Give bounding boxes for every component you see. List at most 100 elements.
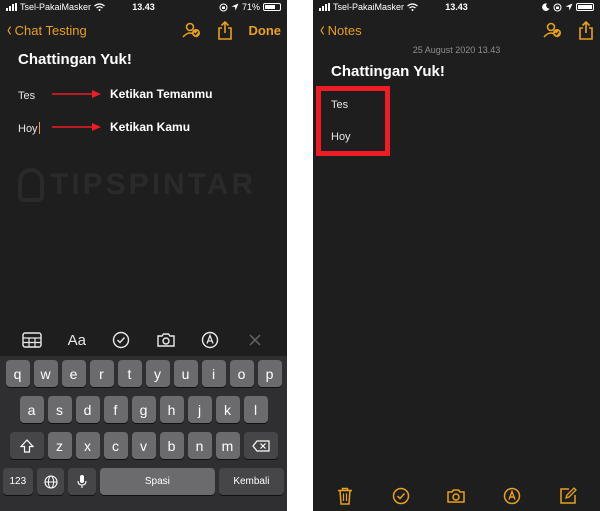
camera-icon[interactable] (152, 328, 180, 352)
key-n[interactable]: n (187, 432, 212, 459)
key-a[interactable]: a (19, 396, 44, 423)
checklist-icon[interactable] (388, 484, 414, 508)
collaborate-icon[interactable] (181, 21, 201, 39)
status-right: 71% (219, 2, 281, 12)
back-label: Chat Testing (14, 22, 87, 38)
nav-bar: ‹ Chat Testing Done (0, 16, 287, 44)
markup-pen-icon[interactable] (196, 328, 224, 352)
markup-pen-icon[interactable] (499, 484, 525, 508)
key-c[interactable]: c (103, 432, 128, 459)
note-title[interactable]: Chattingan Yuk! (18, 51, 132, 68)
compose-icon[interactable] (555, 484, 581, 508)
red-arrow-icon (52, 123, 101, 131)
key-w[interactable]: w (33, 360, 58, 387)
battery-icon (263, 3, 281, 11)
annotation-you: Ketikan Kamu (52, 120, 190, 134)
key-q[interactable]: q (5, 360, 30, 387)
key-x[interactable]: x (75, 432, 100, 459)
bottom-toolbar (313, 481, 600, 511)
table-icon[interactable] (18, 328, 46, 352)
note-line-you[interactable]: Hoy (18, 122, 41, 135)
keyboard-row-1: q w e r t y u i o p (3, 360, 284, 387)
nav-bar: ‹ Notes (313, 16, 600, 44)
status-bar: Tsel-PakaiMasker 13.43 (313, 0, 600, 14)
shift-key[interactable] (9, 432, 44, 459)
annotation-friend-label: Ketikan Temanmu (110, 87, 213, 101)
return-key[interactable]: Kembali (218, 468, 285, 495)
globe-key[interactable] (36, 468, 65, 495)
carrier-name: Tsel-PakaiMasker (333, 2, 405, 12)
keyboard-row-3: z x c v b n m (3, 432, 284, 459)
key-h[interactable]: h (159, 396, 184, 423)
watermark-text: TIPSPINTAR (50, 168, 257, 201)
key-j[interactable]: j (187, 396, 212, 423)
red-arrow-icon (52, 90, 101, 98)
carrier: Tsel-PakaiMasker (319, 2, 418, 12)
share-icon[interactable] (217, 20, 233, 40)
close-icon[interactable] (241, 328, 269, 352)
key-p[interactable]: p (257, 360, 282, 387)
dictation-key[interactable] (68, 468, 97, 495)
note-date: 25 August 2020 13.43 (412, 45, 501, 55)
nav-actions: Done (181, 20, 282, 40)
key-d[interactable]: d (75, 396, 100, 423)
key-b[interactable]: b (159, 432, 184, 459)
collaborate-icon[interactable] (542, 21, 562, 39)
text-style-button[interactable]: Aa (63, 328, 91, 352)
location-icon (231, 3, 239, 11)
watermark: TIPSPINTAR (18, 168, 256, 202)
format-toolbar: Aa (0, 325, 287, 355)
back-button[interactable]: ‹ Chat Testing (6, 20, 87, 40)
checklist-icon[interactable] (107, 328, 135, 352)
key-l[interactable]: l (243, 396, 268, 423)
right-phone-screen: Tsel-PakaiMasker 13.43 ‹ Notes 25 August… (313, 0, 600, 511)
annotation-friend: Ketikan Temanmu (52, 87, 212, 101)
carrier-name: Tsel-PakaiMasker (20, 2, 92, 12)
share-icon[interactable] (578, 20, 594, 40)
back-button[interactable]: ‹ Notes (319, 20, 362, 40)
wifi-icon (407, 3, 418, 11)
keyboard-row-4: 123 Spasi Kembali (3, 468, 285, 495)
key-e[interactable]: e (61, 360, 86, 387)
backspace-icon (251, 439, 270, 452)
key-y[interactable]: y (145, 360, 170, 387)
camera-icon[interactable] (443, 484, 469, 508)
status-right (542, 3, 594, 12)
note-title[interactable]: Chattingan Yuk! (331, 63, 445, 80)
numbers-key[interactable]: 123 (3, 468, 33, 495)
battery-percent: 71% (241, 2, 260, 12)
back-label: Notes (327, 22, 362, 38)
note-line-friend[interactable]: Tes (18, 90, 35, 102)
chevron-left-icon: ‹ (7, 19, 12, 41)
done-button[interactable]: Done (249, 23, 282, 38)
globe-icon (43, 474, 58, 489)
moon-icon (542, 3, 550, 11)
keyboard: q w e r t y u i o p a s d f g h j k l z (0, 356, 287, 511)
key-o[interactable]: o (229, 360, 254, 387)
nav-actions (542, 20, 594, 40)
battery-icon (576, 3, 594, 11)
trash-icon[interactable] (332, 484, 358, 508)
orientation-lock-icon (219, 3, 228, 11)
key-k[interactable]: k (215, 396, 240, 423)
wifi-icon (94, 3, 105, 11)
key-r[interactable]: r (89, 360, 114, 387)
key-g[interactable]: g (131, 396, 156, 423)
delete-key[interactable] (243, 432, 278, 459)
lightbulb-logo-icon (18, 168, 44, 202)
key-u[interactable]: u (173, 360, 198, 387)
shift-arrow-icon (19, 438, 34, 453)
key-s[interactable]: s (47, 396, 72, 423)
red-highlight-box (316, 86, 390, 156)
key-t[interactable]: t (117, 360, 142, 387)
location-icon (565, 3, 573, 11)
carrier: Tsel-PakaiMasker (6, 2, 105, 12)
key-i[interactable]: i (201, 360, 226, 387)
key-v[interactable]: v (131, 432, 156, 459)
key-f[interactable]: f (103, 396, 128, 423)
microphone-icon (77, 475, 87, 488)
key-z[interactable]: z (47, 432, 72, 459)
key-m[interactable]: m (215, 432, 240, 459)
note-line-you-text: Hoy (18, 123, 38, 135)
space-key[interactable]: Spasi (100, 468, 215, 495)
